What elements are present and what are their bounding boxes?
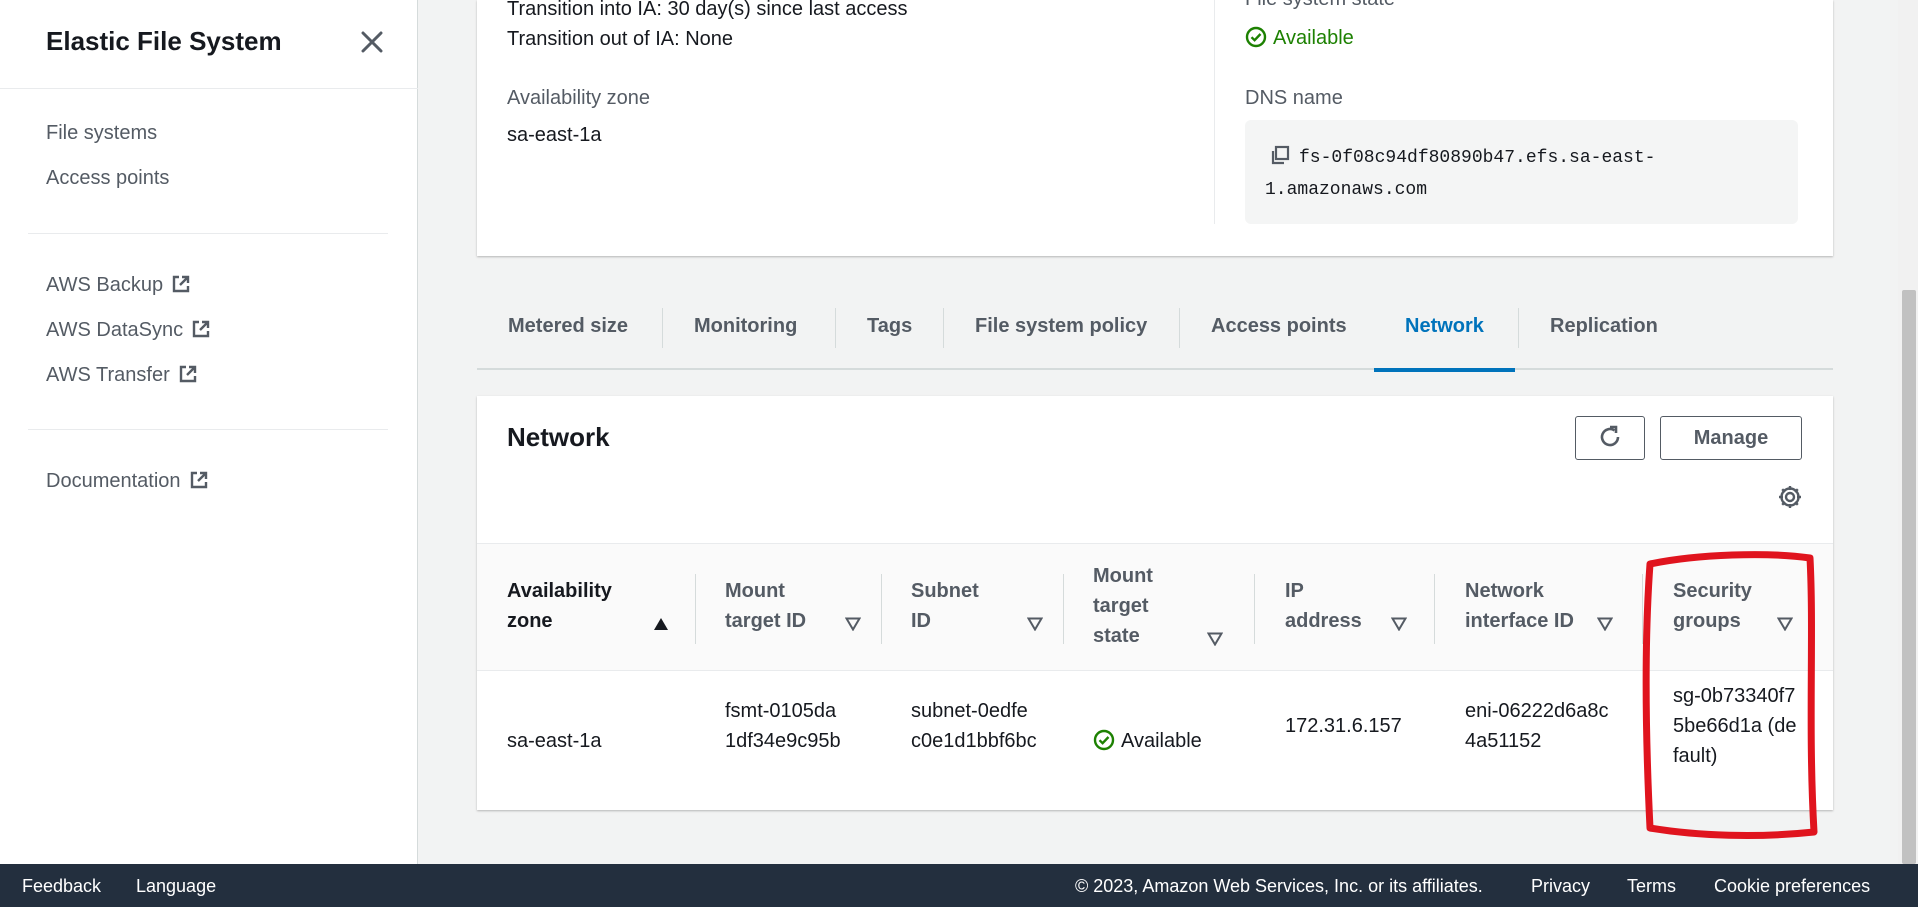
column-separator	[1063, 574, 1064, 644]
sidebar-title: Elastic File System	[46, 26, 282, 56]
nav-item-label: AWS DataSync	[46, 319, 184, 341]
transition-into-ia: Transition into IA: 30 day(s) since last…	[507, 0, 908, 20]
nav-item-label: AWS Backup	[46, 274, 164, 296]
tab-network[interactable]: Network	[1374, 296, 1515, 372]
sort-icon[interactable]	[1207, 632, 1223, 646]
external-link-icon	[192, 320, 210, 338]
nav-item-aws-datasync[interactable]: AWS DataSync	[46, 319, 211, 342]
scrollbar-thumb[interactable]	[1902, 290, 1916, 864]
nav-item-file-systems[interactable]: File systems	[46, 122, 157, 145]
column-header-ip-address[interactable]: IP address	[1285, 576, 1375, 636]
tab-replication[interactable]: Replication	[1519, 296, 1689, 370]
privacy-link[interactable]: Privacy	[1531, 876, 1590, 897]
nav-item-aws-transfer[interactable]: AWS Transfer	[46, 364, 198, 387]
dns-text[interactable]: fs-0f08c94df80890b47.efs.sa-east-1.amazo…	[1265, 148, 1655, 200]
column-separator	[1254, 574, 1255, 644]
file-system-state-label: File system state	[1245, 0, 1395, 11]
external-link-icon	[172, 275, 190, 293]
status-text: Available	[1121, 730, 1202, 752]
dns-name-value: fs-0f08c94df80890b47.efs.sa-east-1.amazo…	[1265, 142, 1785, 206]
sort-icon[interactable]	[1597, 617, 1613, 631]
column-header-mount-target-state[interactable]: Mount target state	[1093, 561, 1183, 651]
availability-zone-label: Availability zone	[507, 87, 651, 109]
nav-divider	[28, 429, 388, 430]
copy-icon[interactable]	[1269, 144, 1291, 166]
availability-zone-value: sa-east-1a	[507, 124, 602, 146]
refresh-button[interactable]	[1575, 416, 1645, 460]
file-system-details-card: Transition into IA: 30 day(s) since last…	[477, 0, 1833, 256]
column-separator	[695, 574, 696, 644]
cell-availability-zone: sa-east-1a	[507, 730, 602, 752]
column-header-availability-zone[interactable]: Availability zone	[507, 576, 657, 636]
nav-item-aws-backup[interactable]: AWS Backup	[46, 274, 191, 297]
tab-file-system-policy[interactable]: File system policy	[944, 296, 1178, 370]
sort-ascending-icon[interactable]	[653, 617, 669, 631]
dns-name-box: fs-0f08c94df80890b47.efs.sa-east-1.amazo…	[1245, 120, 1798, 224]
nav-item-label: Documentation	[46, 470, 181, 492]
copyright-text: © 2023, Amazon Web Services, Inc. or its…	[1075, 876, 1483, 896]
cell-subnet-id: subnet-0edfec0e1d1bbf6bc	[911, 700, 1037, 752]
detail-tabs: Metered size Monitoring Tags File system…	[477, 296, 1833, 372]
column-separator	[1642, 574, 1643, 644]
sort-icon[interactable]	[845, 617, 861, 631]
cell-mount-target-id: fsmt-0105da1df34e9c95b	[725, 700, 841, 752]
refresh-icon	[1600, 425, 1620, 447]
column-header-network-interface-id[interactable]: Network interface ID	[1465, 576, 1595, 636]
column-header-mount-target-id[interactable]: Mount target ID	[725, 576, 835, 636]
terms-link[interactable]: Terms	[1627, 876, 1676, 897]
external-link-icon	[179, 365, 196, 383]
close-icon[interactable]	[358, 28, 386, 56]
language-link[interactable]: Language	[136, 876, 216, 897]
side-navigation: Elastic File System File systems Access …	[0, 0, 418, 864]
external-link-icon	[190, 471, 207, 489]
sort-icon[interactable]	[1391, 617, 1407, 631]
manage-button[interactable]: Manage	[1660, 416, 1802, 460]
scrollbar[interactable]	[1898, 0, 1918, 864]
transition-out-of-ia: Transition out of IA: None	[507, 28, 734, 50]
sort-icon[interactable]	[1027, 617, 1043, 631]
file-system-state-value: Available	[1245, 26, 1354, 50]
nav-item-label: AWS Transfer	[46, 364, 170, 386]
network-title: Network	[507, 422, 610, 452]
tab-access-points[interactable]: Access points	[1180, 296, 1378, 370]
tab-tags[interactable]: Tags	[836, 296, 943, 370]
sidebar-header: Elastic File System	[46, 26, 386, 60]
sidebar-divider	[0, 88, 418, 89]
cell-network-interface-id: eni-06222d6a8c4a51152	[1465, 700, 1609, 752]
success-check-icon	[1245, 26, 1267, 48]
column-header-subnet-id[interactable]: Subnet ID	[911, 576, 1001, 636]
network-panel: Network Manage Availability zone Mount t…	[477, 396, 1833, 810]
cell-security-groups: sg-0b73340f75be66d1a (default)	[1673, 685, 1797, 767]
success-check-icon	[1093, 729, 1115, 751]
column-separator	[881, 574, 882, 644]
column-divider	[1214, 0, 1215, 224]
cell-mount-target-state: Available	[1093, 726, 1202, 756]
gear-icon[interactable]	[1777, 484, 1803, 510]
sort-icon[interactable]	[1777, 617, 1793, 631]
feedback-link[interactable]: Feedback	[22, 876, 101, 897]
dns-name-label: DNS name	[1245, 87, 1343, 109]
tab-monitoring[interactable]: Monitoring	[663, 296, 828, 370]
nav-divider	[28, 233, 388, 234]
cookie-preferences-link[interactable]: Cookie preferences	[1714, 876, 1870, 897]
main-content: Transition into IA: 30 day(s) since last…	[419, 0, 1899, 864]
nav-item-documentation[interactable]: Documentation	[46, 470, 209, 493]
status-text: Available	[1273, 27, 1354, 49]
column-separator	[1434, 574, 1435, 644]
console-footer: Feedback Language © 2023, Amazon Web Ser…	[0, 864, 1918, 907]
cell-ip-address: 172.31.6.157	[1285, 715, 1402, 737]
column-header-security-groups[interactable]: Security groups	[1673, 576, 1773, 636]
nav-item-access-points[interactable]: Access points	[46, 167, 169, 190]
tab-metered-size[interactable]: Metered size	[477, 296, 659, 370]
